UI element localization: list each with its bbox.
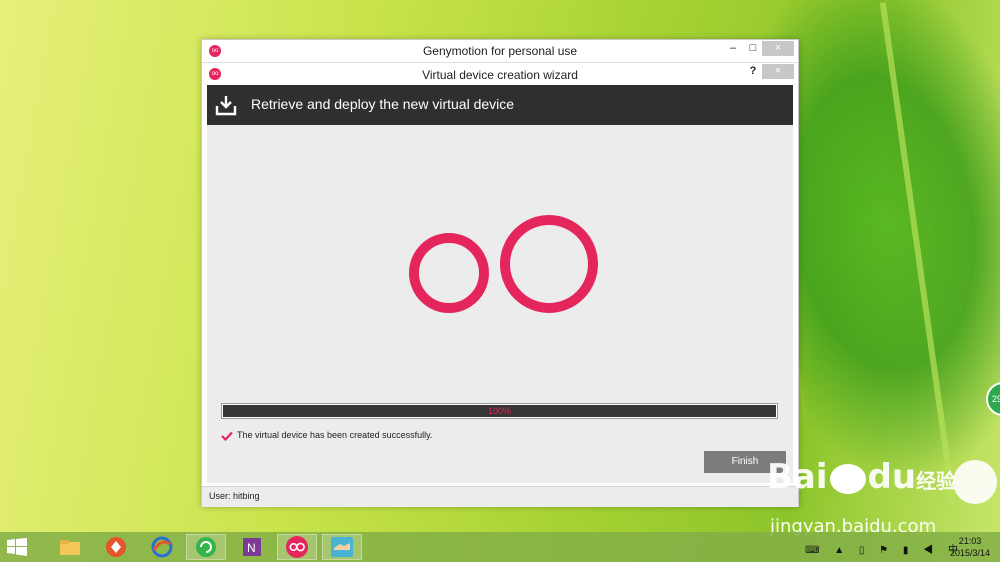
main-window-close-button[interactable]: × [762, 41, 794, 56]
taskbar: N ⌨ ▲ ▯ ⚑ ▮ ◀ 中 21:03 2015/3/14 [0, 532, 1000, 562]
clock-time: 21:03 [958, 536, 982, 546]
taskbar-genymotion[interactable] [277, 534, 317, 560]
success-message-row: The virtual device has been created succ… [221, 430, 432, 441]
success-message: The virtual device has been created succ… [237, 430, 433, 440]
xunlei-icon [106, 537, 126, 557]
baidu-brand-cn: 经验 [916, 469, 957, 493]
genymotion-main-window: oo Genymotion for personal use – □ × oo … [201, 39, 799, 507]
handshake-app-icon [331, 537, 353, 557]
svg-text:N: N [247, 541, 256, 555]
taskbar-onenote[interactable]: N [232, 534, 272, 560]
wizard-title: Virtual device creation wizard [422, 68, 578, 82]
checkmark-icon [221, 431, 233, 441]
wizard-header-title: Retrieve and deploy the new virtual devi… [251, 96, 515, 112]
taskbar-file-explorer[interactable] [50, 534, 90, 560]
main-window-title: Genymotion for personal use [422, 44, 578, 58]
browser-icon [151, 536, 173, 558]
genymotion-large-logo-icon [409, 215, 598, 313]
taskbar-browser[interactable] [142, 534, 182, 560]
folder-icon [60, 540, 80, 555]
status-user: User: hitbing [209, 491, 260, 501]
refresh-app-icon [196, 537, 216, 557]
taskbar-clock[interactable]: 21:03 2015/3/14 [950, 535, 990, 559]
taskbar-xunlei[interactable] [96, 534, 136, 560]
onenote-icon: N [243, 538, 261, 556]
progress-bar-fill: 100% [223, 405, 776, 417]
taskbar-app[interactable] [322, 534, 362, 560]
genymotion-icon [286, 536, 308, 558]
taskbar-active-app[interactable] [186, 534, 226, 560]
wizard-content: Retrieve and deploy the new virtual devi… [207, 85, 793, 483]
progress-bar: 100% [221, 403, 778, 419]
bird-logo-icon [953, 460, 997, 504]
status-bar: User: hitbing [202, 486, 798, 507]
wizard-titlebar[interactable]: oo Virtual device creation wizard ? × [202, 62, 798, 85]
baidu-paw-icon [829, 463, 866, 494]
wizard-close-button[interactable]: × [762, 64, 794, 79]
baidu-brand-right: du [867, 457, 917, 497]
system-tray-icons[interactable]: ⌨ ▲ ▯ ⚑ ▮ ◀ 中 [805, 541, 964, 556]
baidu-watermark: Bai du经验 [767, 457, 956, 497]
baidu-brand-left: Bai [767, 457, 828, 497]
progress-label: 100% [487, 406, 512, 416]
clock-date: 2015/3/14 [949, 548, 990, 558]
wizard-header: Retrieve and deploy the new virtual devi… [207, 85, 793, 125]
main-window-titlebar[interactable]: oo Genymotion for personal use – □ × [202, 40, 798, 62]
windows-start-icon[interactable] [7, 538, 27, 556]
download-icon [215, 96, 237, 116]
